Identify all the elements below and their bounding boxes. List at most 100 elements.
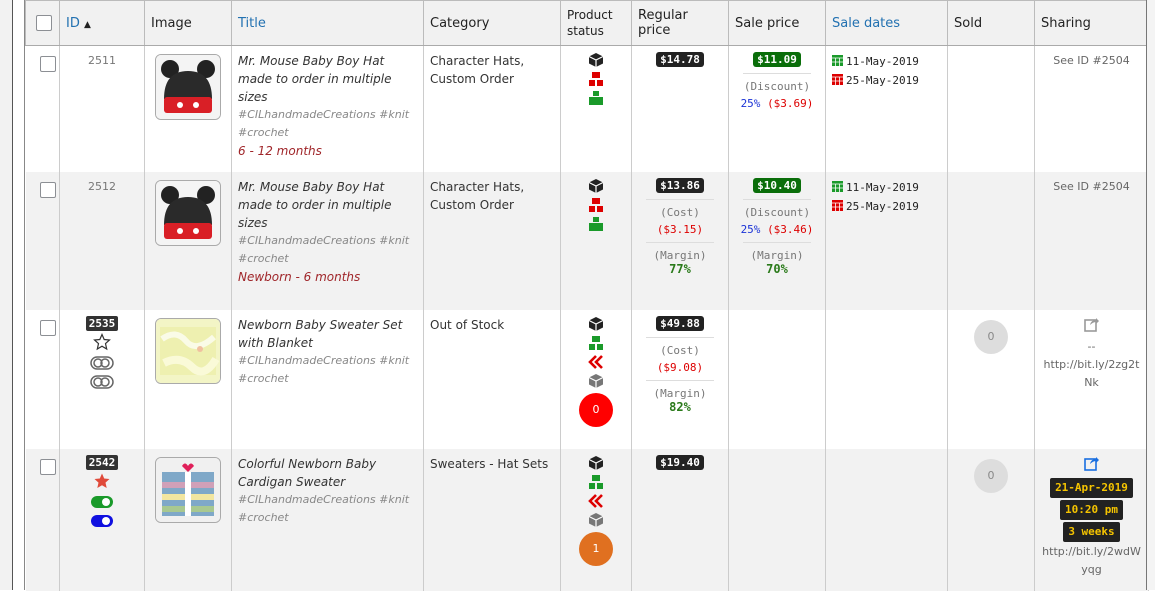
sharing-cell: -- http://bit.ly/2zg2tNk xyxy=(1034,310,1149,449)
row-checkbox[interactable] xyxy=(39,320,56,336)
sale-dates-cell xyxy=(825,449,948,591)
sale-price-cell xyxy=(728,310,826,449)
product-tags: #CILhandmadeCreations #knit #crochet xyxy=(238,108,410,139)
product-title[interactable]: Mr. Mouse Baby Boy Hat made to order in … xyxy=(238,178,417,232)
regular-price-cell: $49.88 (Cost) ($9.08) (Margin) 82% xyxy=(631,310,729,449)
title-cell: Mr. Mouse Baby Boy Hat made to order in … xyxy=(231,172,424,310)
star-filled-icon[interactable] xyxy=(93,472,111,490)
product-thumbnail[interactable] xyxy=(155,318,221,384)
status-column-header: Product status xyxy=(560,0,632,46)
sale-price-cell: $10.40 (Discount) 25% ($3.46) (Margin) 7… xyxy=(728,172,826,310)
sharing-url[interactable]: http://bit.ly/2zg2tNk xyxy=(1041,356,1142,392)
toggle-off-icon[interactable] xyxy=(90,375,114,389)
toggle-off-icon[interactable] xyxy=(90,356,114,370)
row-select-cell xyxy=(25,45,60,172)
product-id: 2511 xyxy=(88,54,116,67)
row-checkbox[interactable] xyxy=(39,182,56,198)
status-cell: 0 xyxy=(560,310,632,449)
product-thumbnail[interactable] xyxy=(155,457,221,523)
id-column-header[interactable]: ID ▲ xyxy=(59,0,145,46)
row-checkbox[interactable] xyxy=(39,56,56,72)
stock-green-icon xyxy=(589,91,603,105)
sale-price: $10.40 xyxy=(753,178,801,193)
calendar-end-icon xyxy=(832,74,843,85)
product-category: Sweaters - Hat Sets xyxy=(430,457,549,471)
sale-dates-cell xyxy=(825,310,948,449)
regular-price-column-header: Regular price xyxy=(631,0,729,46)
product-category: Character Hats, Custom Order xyxy=(430,180,525,212)
sharing-column-header: Sharing xyxy=(1034,0,1149,46)
sale-price: $11.09 xyxy=(753,52,801,67)
title-cell: Newborn Baby Sweater Set with Blanket #C… xyxy=(231,310,424,449)
star-outline-icon[interactable] xyxy=(93,333,111,351)
sale-date-to: 25-May-2019 xyxy=(846,200,919,213)
share-icon[interactable] xyxy=(1083,455,1100,471)
sharing-text: See ID #2504 xyxy=(1053,180,1130,193)
title-cell: Colorful Newborn Baby Cardigan Sweater #… xyxy=(231,449,424,591)
products-table: ID ▲ Image Title Category Product status … xyxy=(25,0,1149,591)
row-checkbox[interactable] xyxy=(39,459,56,475)
discount-label: (Discount) xyxy=(743,206,811,219)
regular-price: $19.40 xyxy=(656,455,704,470)
product-category: Character Hats, Custom Order xyxy=(430,54,525,86)
id-cell: 2535 xyxy=(59,310,145,449)
regular-price: $13.86 xyxy=(656,178,704,193)
status-count-badge: 1 xyxy=(579,532,613,566)
cost-amount: ($9.08) xyxy=(656,361,704,374)
margin-value: 77% xyxy=(669,262,691,276)
product-category: Out of Stock xyxy=(430,318,505,332)
sold-count: 0 xyxy=(974,320,1008,354)
mouse-hat-image xyxy=(156,55,220,119)
sharing-text: See ID #2504 xyxy=(1053,54,1130,67)
toggle-on-green-icon[interactable] xyxy=(90,495,114,509)
sold-cell: 0 xyxy=(947,449,1035,591)
sort-asc-icon: ▲ xyxy=(84,19,91,30)
select-all-checkbox[interactable] xyxy=(36,15,52,31)
product-id-badge[interactable]: 2535 xyxy=(85,316,119,331)
id-cell: 2542 xyxy=(59,449,145,591)
product-thumbnail[interactable] xyxy=(155,180,221,246)
toggle-on-blue-icon[interactable] xyxy=(90,514,114,528)
share-icon[interactable] xyxy=(1083,316,1100,332)
calendar-start-icon xyxy=(832,181,843,192)
share-date: 21-Apr-2019 xyxy=(1050,478,1133,498)
mouse-hat-image xyxy=(156,181,220,245)
sale-price-cell xyxy=(728,449,826,591)
title-column-header[interactable]: Title xyxy=(231,0,424,46)
sale-dates-cell: 11-May-2019 25-May-2019 xyxy=(825,45,948,172)
sale-date-from: 11-May-2019 xyxy=(846,181,919,194)
stock-red-icon xyxy=(589,198,603,212)
category-cell: Character Hats, Custom Order xyxy=(423,172,561,310)
box-outline-icon xyxy=(588,374,604,388)
id-header-label[interactable]: ID xyxy=(66,16,80,31)
product-title[interactable]: Newborn Baby Sweater Set with Blanket xyxy=(238,316,417,352)
stock-red-icon xyxy=(589,72,603,86)
box-icon xyxy=(588,456,604,470)
product-id-badge[interactable]: 2542 xyxy=(85,455,119,470)
select-all-header[interactable] xyxy=(25,0,60,46)
category-cell: Sweaters - Hat Sets xyxy=(423,449,561,591)
status-header-line1: Product xyxy=(567,8,613,22)
share-ago: 3 weeks xyxy=(1063,522,1120,542)
discount-percent: 25% xyxy=(740,223,761,236)
margin-label: (Margin) xyxy=(653,249,707,262)
sale-dates-column-header[interactable]: Sale dates xyxy=(825,0,948,46)
category-column-header: Category xyxy=(423,0,561,46)
box-icon xyxy=(588,317,604,331)
sharing-cell: 21-Apr-2019 10:20 pm 3 weeks http://bit.… xyxy=(1034,449,1149,591)
stock-green-icon xyxy=(589,217,603,231)
share-time: 10:20 pm xyxy=(1060,500,1123,520)
products-table-wrapper: ID ▲ Image Title Category Product status … xyxy=(24,0,1149,591)
sharing-url[interactable]: http://bit.ly/2wdWyqg xyxy=(1041,543,1142,579)
regular-price-cell: $14.78 xyxy=(631,45,729,172)
regular-price: $49.88 xyxy=(656,316,704,331)
product-title[interactable]: Colorful Newborn Baby Cardigan Sweater xyxy=(238,455,417,491)
sold-column-header: Sold xyxy=(947,0,1035,46)
double-chevron-left-icon xyxy=(588,355,603,369)
product-thumbnail[interactable] xyxy=(155,54,221,120)
product-title[interactable]: Mr. Mouse Baby Boy Hat made to order in … xyxy=(238,52,417,106)
sold-count: 0 xyxy=(974,459,1008,493)
table-row: 2542 Colorful Newborn Baby Cardigan Swea… xyxy=(25,449,1149,591)
double-chevron-left-icon xyxy=(588,494,603,508)
margin-label: (Margin) xyxy=(653,387,707,400)
